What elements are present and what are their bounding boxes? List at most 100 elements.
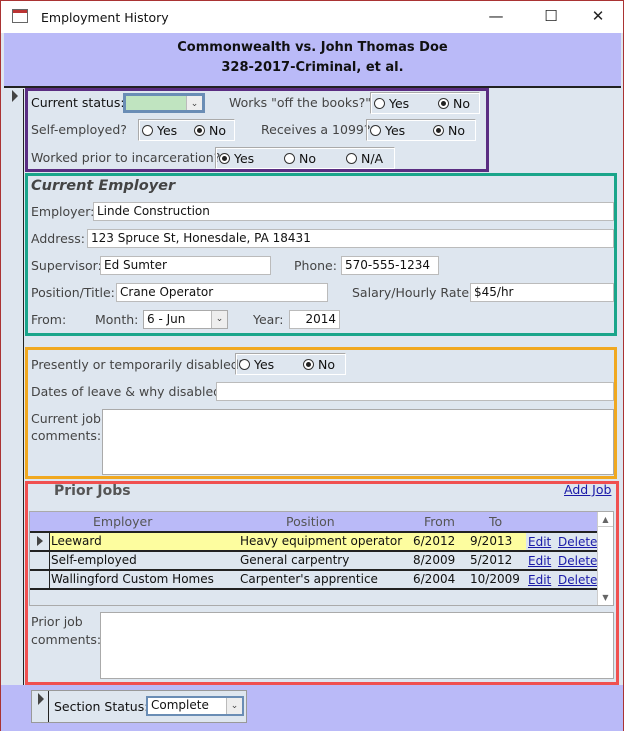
self-employed-label: Self-employed?	[31, 122, 127, 137]
cell-position: Carpenter's apprentice	[240, 572, 378, 586]
receives-1099-group: Yes No	[366, 119, 476, 141]
current-status-combo[interactable]: ⌄	[123, 93, 205, 113]
row-selector[interactable]	[30, 552, 50, 569]
col-from: From	[424, 514, 455, 529]
receives-1099-no-radio[interactable]: No	[433, 123, 465, 138]
title-bar: Employment History — ☐ ✕	[1, 1, 623, 33]
chevron-down-icon[interactable]: ⌄	[186, 96, 202, 110]
cell-position: Heavy equipment operator	[240, 534, 403, 548]
grid-scrollbar[interactable]: ▲ ▼	[597, 512, 613, 605]
cell-to: 9/2013	[470, 534, 513, 548]
employer-label: Employer:	[31, 204, 95, 219]
current-comments-textarea[interactable]	[102, 409, 614, 475]
worked-prior-yes-radio[interactable]: Yes	[219, 151, 254, 166]
worked-prior-no-radio[interactable]: No	[284, 151, 316, 166]
worked-prior-group: Yes No N/A	[215, 147, 395, 169]
month-label: Month:	[95, 312, 139, 327]
row-selector[interactable]	[30, 571, 50, 588]
form-icon	[12, 9, 28, 23]
chevron-down-icon[interactable]: ⌄	[211, 311, 227, 328]
self-employed-group: Yes No	[138, 119, 235, 141]
cell-to: 5/2012	[470, 553, 513, 567]
month-combo[interactable]: 6 - Jun ⌄	[143, 310, 228, 329]
section-status-panel: Section Status: Complete ⌄	[31, 690, 247, 723]
section-status-label: Section Status:	[54, 699, 149, 714]
receives-1099-label: Receives a 1099?	[261, 122, 371, 137]
row-selector[interactable]	[30, 533, 50, 550]
position-label: Position/Title:	[31, 285, 115, 300]
case-number: 328-2017-Criminal, et al.	[221, 60, 404, 75]
cell-employer: Self-employed	[51, 553, 137, 567]
minimize-button[interactable]: —	[481, 7, 511, 25]
section-status-combo[interactable]: Complete ⌄	[146, 696, 244, 716]
add-job-link[interactable]: Add Job	[564, 482, 611, 497]
off-books-group: Yes No	[370, 92, 480, 114]
prior-comments-label: Prior job	[31, 614, 83, 629]
year-input[interactable]: 2014	[289, 310, 340, 329]
current-row-icon	[37, 536, 43, 546]
table-row[interactable]: Leeward Heavy equipment operator 6/2012 …	[30, 533, 598, 552]
case-name: Commonwealth vs. John Thomas Doe	[177, 40, 448, 55]
supervisor-label: Supervisor:	[31, 258, 102, 273]
address-label: Address:	[31, 231, 85, 246]
dates-label: Dates of leave & why disabled:	[31, 384, 226, 399]
off-books-label: Works "off the books?"	[229, 95, 371, 110]
supervisor-input[interactable]: Ed Sumter	[100, 256, 271, 275]
record-selector-icon[interactable]	[38, 693, 44, 705]
salary-input[interactable]: $45/hr	[470, 283, 614, 302]
close-button[interactable]: ✕	[583, 7, 613, 25]
record-selector-divider	[23, 89, 24, 685]
cell-to: 10/2009	[470, 572, 520, 586]
current-comments-label: Current job	[31, 411, 101, 426]
grid-header: Employer Position From To	[30, 512, 598, 533]
current-status-label: Current status:	[31, 95, 125, 110]
prior-comments-textarea[interactable]	[100, 612, 614, 679]
table-row[interactable]: Wallingford Custom Homes Carpenter's app…	[30, 571, 598, 590]
col-employer: Employer	[93, 514, 153, 529]
phone-input[interactable]: 570-555-1234	[341, 256, 439, 275]
position-input[interactable]: Crane Operator	[116, 283, 328, 302]
dates-input[interactable]	[216, 382, 614, 401]
employment-history-window: Employment History — ☐ ✕ Commonwealth vs…	[0, 0, 624, 731]
self-employed-yes-radio[interactable]: Yes	[142, 123, 177, 138]
current-employer-heading: Current Employer	[31, 178, 176, 194]
delete-link[interactable]: Delete	[558, 535, 597, 549]
cell-employer: Leeward	[51, 534, 102, 548]
employer-input[interactable]: Linde Construction	[93, 202, 614, 221]
worked-prior-label: Worked prior to incarceration?	[31, 150, 221, 165]
delete-link[interactable]: Delete	[558, 573, 597, 587]
edit-link[interactable]: Edit	[528, 535, 551, 549]
scroll-down-icon[interactable]: ▼	[598, 593, 613, 602]
chevron-down-icon[interactable]: ⌄	[226, 698, 242, 714]
cell-from: 6/2004	[413, 572, 456, 586]
delete-link[interactable]: Delete	[558, 554, 597, 568]
cell-employer: Wallingford Custom Homes	[51, 572, 214, 586]
cell-position: General carpentry	[240, 553, 350, 567]
record-selector-icon[interactable]	[12, 90, 18, 102]
address-input[interactable]: 123 Spruce St, Honesdale, PA 18431	[87, 229, 614, 248]
cell-from: 8/2009	[413, 553, 456, 567]
disabled-no-radio[interactable]: No	[303, 357, 335, 372]
from-label: From:	[31, 312, 67, 327]
off-books-no-radio[interactable]: No	[438, 96, 470, 111]
edit-link[interactable]: Edit	[528, 573, 551, 587]
cell-from: 6/2012	[413, 534, 456, 548]
maximize-button[interactable]: ☐	[536, 7, 566, 25]
prior-jobs-grid: Employer Position From To Leeward Heavy …	[29, 511, 614, 606]
current-comments-label-2: comments:	[31, 428, 102, 443]
phone-label: Phone:	[294, 258, 337, 273]
scroll-up-icon[interactable]: ▲	[598, 515, 613, 524]
disabled-group: Yes No	[235, 353, 346, 375]
edit-link[interactable]: Edit	[528, 554, 551, 568]
year-label: Year:	[253, 312, 284, 327]
table-row[interactable]: Self-employed General carpentry 8/2009 5…	[30, 552, 598, 571]
worked-prior-na-radio[interactable]: N/A	[346, 151, 383, 166]
window-title: Employment History	[41, 10, 169, 25]
receives-1099-yes-radio[interactable]: Yes	[370, 123, 405, 138]
off-books-yes-radio[interactable]: Yes	[374, 96, 409, 111]
self-employed-no-radio[interactable]: No	[194, 123, 226, 138]
col-position: Position	[286, 514, 335, 529]
prior-jobs-heading: Prior Jobs	[54, 483, 131, 499]
disabled-yes-radio[interactable]: Yes	[239, 357, 274, 372]
col-to: To	[489, 514, 503, 529]
